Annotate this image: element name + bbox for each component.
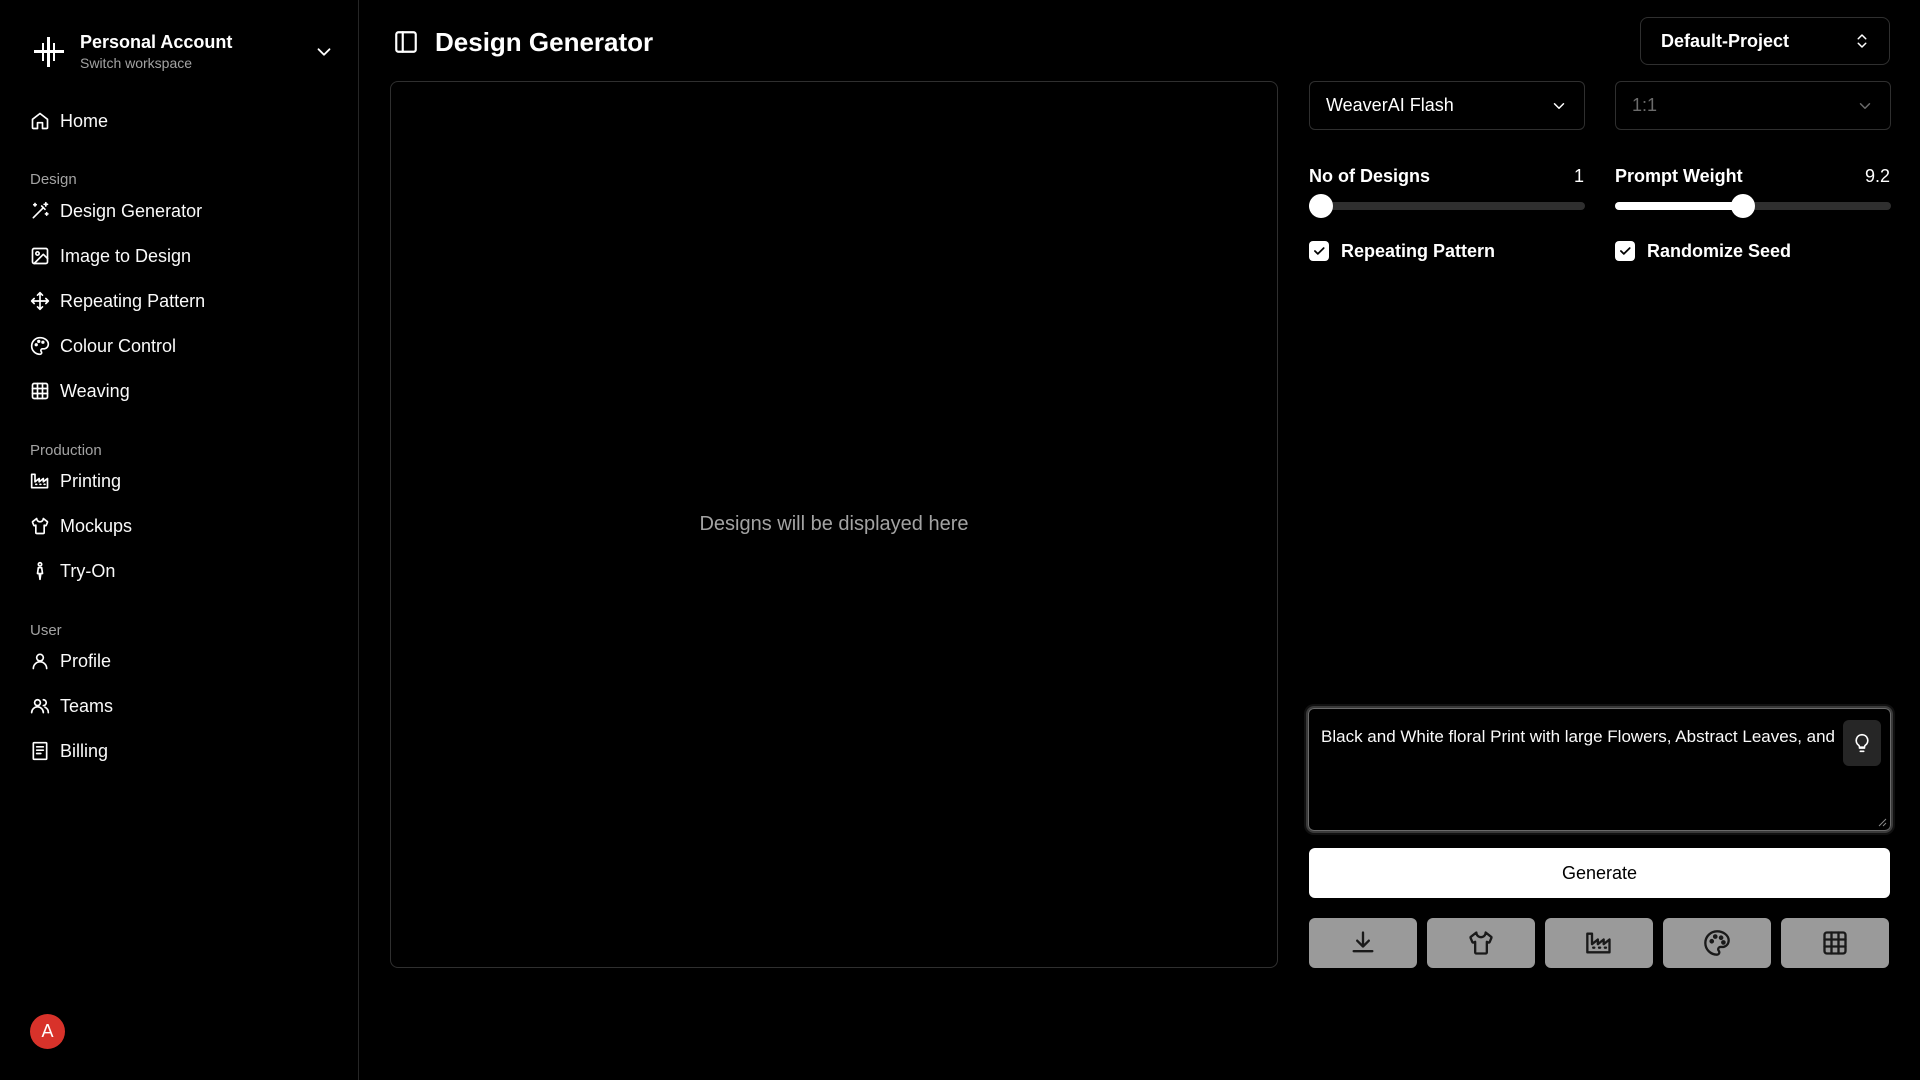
- sidebar-item-label: Teams: [60, 695, 114, 716]
- lightbulb-icon: [1855, 733, 1869, 753]
- brand-logo-icon: [34, 37, 64, 67]
- model-select[interactable]: WeaverAI Flash: [1309, 81, 1585, 130]
- factory-icon: [1586, 932, 1611, 954]
- avatar[interactable]: A: [30, 1014, 65, 1049]
- sidebar-item-label: Billing: [60, 740, 109, 761]
- printing-button[interactable]: [1545, 918, 1653, 968]
- prompt-input[interactable]: [1308, 708, 1891, 831]
- canvas-placeholder: Designs will be displayed here: [699, 513, 969, 535]
- aspect-ratio-value: 1:1: [1632, 95, 1658, 115]
- check-icon: [1620, 247, 1631, 255]
- user-icon: [32, 653, 48, 670]
- prompt-suggestion-button[interactable]: [1843, 720, 1881, 766]
- chevrons-up-down-icon: [1857, 34, 1867, 48]
- workspace-text: Personal Account Switch workspace: [80, 31, 313, 73]
- slider-thumb[interactable]: [1309, 194, 1333, 218]
- shirt-icon: [31, 517, 49, 535]
- image-icon: [31, 247, 49, 265]
- palette-icon: [1704, 930, 1730, 956]
- sidebar-item-home[interactable]: Home: [30, 106, 108, 136]
- move-arrows-icon: [30, 291, 50, 311]
- section-label-design: Design: [30, 171, 77, 188]
- section-label-production: Production: [30, 442, 102, 459]
- project-selector[interactable]: Default-Project: [1640, 17, 1890, 65]
- users-icon: [30, 698, 50, 714]
- sidebar: Personal Account Switch workspace Home D…: [0, 0, 359, 1080]
- sidebar-item-colour-control[interactable]: Colour Control: [30, 331, 176, 361]
- sidebar-item-profile[interactable]: Profile: [30, 646, 111, 676]
- sidebar-item-billing[interactable]: Billing: [30, 736, 108, 766]
- project-selector-label: Default-Project: [1661, 30, 1790, 51]
- sidebar-item-label: Colour Control: [60, 335, 177, 356]
- sidebar-item-label: Mockups: [60, 515, 133, 536]
- sidebar-item-label: Design Generator: [60, 200, 203, 221]
- sidebar-item-mockups[interactable]: Mockups: [30, 511, 132, 541]
- sidebar-item-label: Image to Design: [60, 245, 192, 266]
- weight-slider-label: Prompt Weight: [1615, 166, 1743, 186]
- section-label-user: User: [30, 622, 62, 639]
- randomize-seed-checkbox[interactable]: Randomize Seed: [1615, 240, 1791, 262]
- slider-thumb[interactable]: [1730, 194, 1755, 218]
- app-root: Personal Account Switch workspace Home D…: [0, 0, 1920, 1080]
- workspace-switcher[interactable]: Personal Account Switch workspace: [30, 28, 335, 76]
- designs-slider-value: 1: [1573, 166, 1584, 186]
- receipt-icon: [32, 741, 48, 761]
- sidebar-item-label: Profile: [60, 650, 112, 671]
- sidebar-item-repeating-pattern[interactable]: Repeating Pattern: [30, 286, 205, 316]
- grid-icon: [1823, 931, 1847, 955]
- shirt-icon: [1469, 931, 1493, 955]
- sidebar-item-label: Printing: [60, 470, 122, 491]
- sidebar-item-weaving[interactable]: Weaving: [30, 376, 130, 406]
- prompt-container: [1306, 706, 1893, 833]
- palette-icon: [30, 336, 50, 356]
- page-title: Design Generator: [435, 26, 654, 57]
- workspace-name: Personal Account: [80, 32, 233, 52]
- weight-slider[interactable]: [1615, 194, 1891, 218]
- download-icon: [1352, 931, 1374, 953]
- model-select-value: WeaverAI Flash: [1326, 95, 1454, 115]
- colour-control-button[interactable]: [1663, 918, 1771, 968]
- sidebar-item-label: Repeating Pattern: [60, 290, 206, 311]
- sidebar-item-design-generator[interactable]: Design Generator: [30, 196, 202, 226]
- factory-icon: [30, 473, 49, 489]
- aspect-ratio-select[interactable]: 1:1: [1615, 81, 1891, 130]
- page-header: Design Generator: [393, 24, 653, 60]
- magic-wand-icon: [32, 201, 49, 219]
- grid-icon: [31, 382, 49, 400]
- sidebar-item-label: Try-On: [60, 560, 116, 581]
- designs-slider-label: No of Designs: [1309, 166, 1431, 186]
- sidebar-item-printing[interactable]: Printing: [30, 466, 121, 496]
- sidebar-item-image-to-design[interactable]: Image to Design: [30, 241, 191, 271]
- generate-button[interactable]: Generate: [1309, 848, 1890, 898]
- sidebar-item-label: Weaving: [60, 380, 130, 401]
- chevron-down-icon: [1859, 102, 1871, 109]
- repeating-pattern-checkbox[interactable]: Repeating Pattern: [1309, 240, 1495, 262]
- chevron-down-icon: [317, 48, 331, 56]
- checkbox-box[interactable]: [1309, 241, 1329, 261]
- randomize-seed-label: Randomize Seed: [1647, 240, 1792, 261]
- slider-fill: [1615, 202, 1743, 210]
- workspace-subtitle: Switch workspace: [80, 55, 193, 71]
- sidebar-toggle-icon[interactable]: [393, 29, 419, 55]
- weaving-button[interactable]: [1781, 918, 1889, 968]
- design-canvas: Designs will be displayed here: [390, 81, 1278, 968]
- designs-slider[interactable]: [1309, 194, 1585, 218]
- repeating-pattern-label: Repeating Pattern: [1341, 240, 1496, 261]
- home-icon: [31, 112, 49, 130]
- mockup-button[interactable]: [1427, 918, 1535, 968]
- sidebar-item-try-on[interactable]: Try-On: [30, 556, 115, 586]
- check-icon: [1314, 247, 1325, 255]
- weight-slider-value: 9.2: [1864, 166, 1890, 186]
- checkbox-box[interactable]: [1615, 241, 1635, 261]
- download-button[interactable]: [1309, 918, 1417, 968]
- sidebar-item-teams[interactable]: Teams: [30, 691, 113, 721]
- sidebar-item-label: Home: [60, 110, 109, 131]
- person-standing-icon: [36, 561, 44, 581]
- chevron-down-icon: [1553, 102, 1565, 109]
- resize-grip-icon[interactable]: [1877, 817, 1887, 827]
